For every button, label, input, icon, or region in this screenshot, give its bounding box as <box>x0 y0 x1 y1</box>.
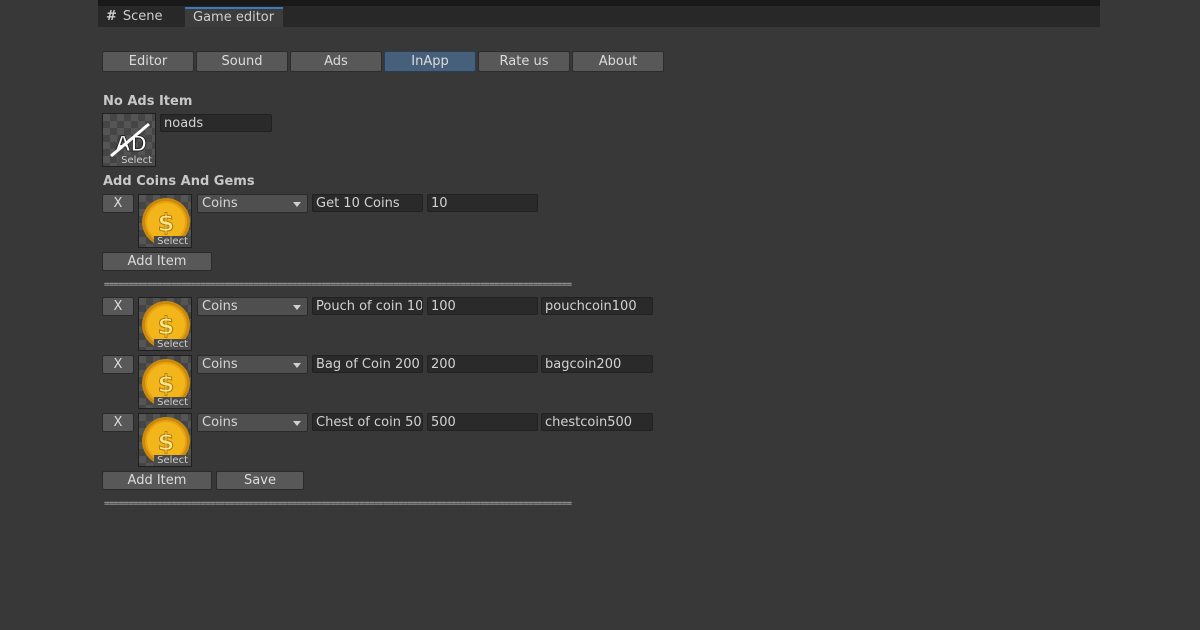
no-ads-title: No Ads Item <box>103 94 193 109</box>
add-coins-icon-slot[interactable]: $ Select <box>138 194 192 248</box>
item-remove-button[interactable]: X <box>102 297 134 316</box>
separator-top: ========================================… <box>104 280 572 290</box>
toolbar-rateus-button[interactable]: Rate us <box>478 51 570 72</box>
coin-symbol: $ <box>158 428 175 456</box>
save-button[interactable]: Save <box>216 471 304 490</box>
tab-scene[interactable]: # Scene <box>98 7 184 27</box>
item-icon-slot[interactable]: $ Select <box>138 297 192 351</box>
item-name-field[interactable]: Pouch of coin 100 <box>312 297 423 315</box>
coin-symbol: $ <box>158 370 175 398</box>
add-coins-name-field[interactable]: Get 10 Coins <box>312 194 423 212</box>
tab-scene-label: Scene <box>122 9 163 24</box>
add-coins-remove-button[interactable]: X <box>102 194 134 213</box>
item-product-id-field[interactable]: bagcoin200 <box>541 355 653 373</box>
separator-bottom: ========================================… <box>104 499 572 509</box>
toolbar-editor-button[interactable]: Editor <box>102 51 194 72</box>
add-item-button-top[interactable]: Add Item <box>102 252 212 271</box>
chevron-down-icon <box>293 421 301 426</box>
add-coins-type-value: Coins <box>202 196 238 211</box>
item-remove-button[interactable]: X <box>102 355 134 374</box>
toolbar-sound-button[interactable]: Sound <box>196 51 288 72</box>
item-type-dropdown[interactable]: Coins <box>197 355 308 374</box>
window-top-strip <box>98 0 1100 6</box>
item-icon-slot[interactable]: $ Select <box>138 413 192 467</box>
add-item-button[interactable]: Add Item <box>102 471 212 490</box>
item-amount-field[interactable]: 500 <box>427 413 538 431</box>
scene-grid-icon: # <box>106 9 117 24</box>
item-amount-field[interactable]: 100 <box>427 297 538 315</box>
add-coins-select-label[interactable]: Select <box>154 236 191 247</box>
item-select-label[interactable]: Select <box>154 339 191 350</box>
item-name-field[interactable]: Bag of Coin 200 <box>312 355 423 373</box>
chevron-down-icon <box>293 202 301 207</box>
add-coins-type-dropdown[interactable]: Coins <box>197 194 308 213</box>
item-name-field[interactable]: Chest of coin 500 <box>312 413 423 431</box>
toolbar-inapp-button[interactable]: InApp <box>384 51 476 72</box>
toolbar-about-button[interactable]: About <box>572 51 664 72</box>
add-coins-amount-field[interactable]: 10 <box>427 194 538 212</box>
item-type-value: Coins <box>202 299 238 314</box>
item-product-id-field[interactable]: pouchcoin100 <box>541 297 653 315</box>
item-type-dropdown[interactable]: Coins <box>197 413 308 432</box>
chevron-down-icon <box>293 363 301 368</box>
chevron-down-icon <box>293 305 301 310</box>
coin-symbol: $ <box>158 312 175 340</box>
coin-symbol: $ <box>158 209 175 237</box>
tab-game-editor[interactable]: Game editor <box>185 7 283 27</box>
no-ads-id-field[interactable]: noads <box>160 114 272 132</box>
add-coins-title: Add Coins And Gems <box>103 174 255 189</box>
item-remove-button[interactable]: X <box>102 413 134 432</box>
item-select-label[interactable]: Select <box>154 397 191 408</box>
no-ads-select-label[interactable]: Select <box>118 155 155 166</box>
section-toolbar: Editor Sound Ads InApp Rate us About <box>102 51 666 72</box>
item-type-dropdown[interactable]: Coins <box>197 297 308 316</box>
item-product-id-field[interactable]: chestcoin500 <box>541 413 653 431</box>
window-tab-bar: # Scene Game editor <box>98 0 1100 27</box>
no-ads-icon-slot[interactable]: AD Select <box>102 113 156 167</box>
item-type-value: Coins <box>202 415 238 430</box>
item-icon-slot[interactable]: $ Select <box>138 355 192 409</box>
item-amount-field[interactable]: 200 <box>427 355 538 373</box>
toolbar-ads-button[interactable]: Ads <box>290 51 382 72</box>
item-select-label[interactable]: Select <box>154 455 191 466</box>
item-type-value: Coins <box>202 357 238 372</box>
tab-game-editor-label: Game editor <box>193 10 275 25</box>
no-ads-icon-text: AD <box>115 131 147 156</box>
